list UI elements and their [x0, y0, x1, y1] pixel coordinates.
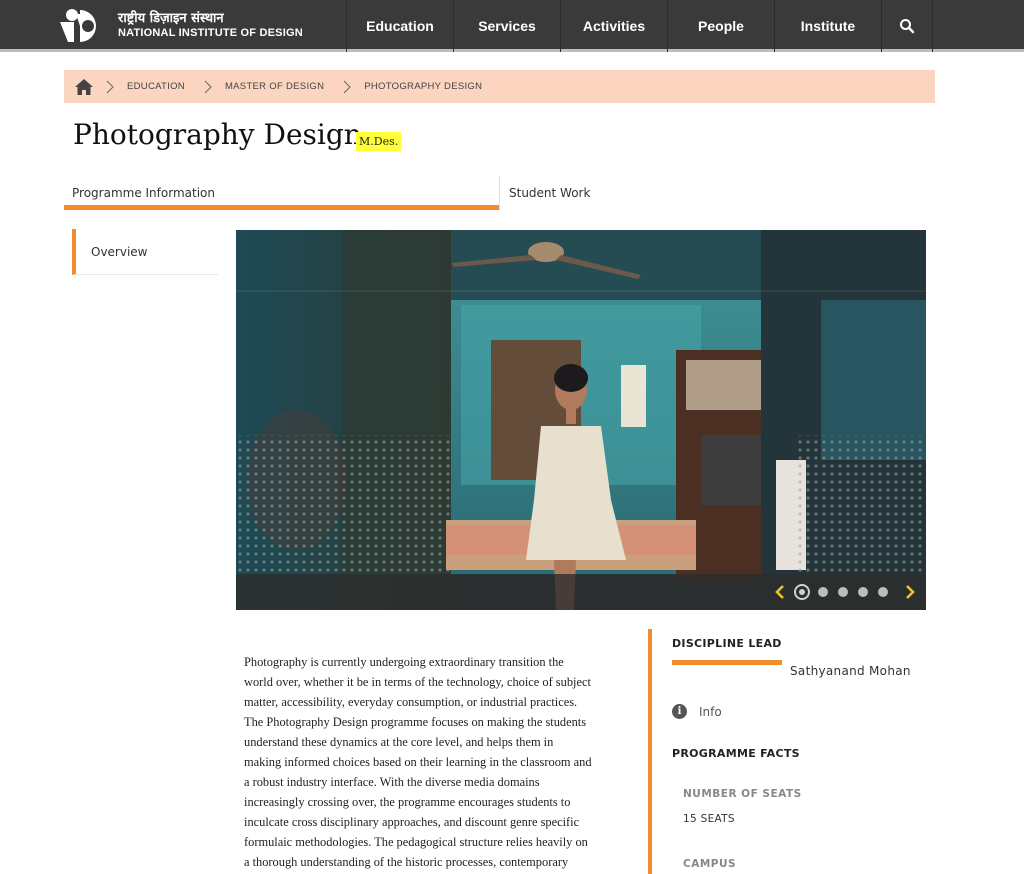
nid-logo[interactable]: राष्ट्रीय डिज़ाइन संस्थान NATIONAL INSTI…: [60, 6, 303, 46]
seats-value: 15 SEATS: [683, 813, 735, 825]
discipline-lead-name[interactable]: Sathyanand Mohan: [790, 664, 911, 678]
info-icon: i: [672, 704, 687, 719]
image-carousel: [236, 230, 926, 610]
search-icon: [900, 19, 915, 34]
description-line: understand these dynamics at the core le…: [244, 735, 554, 749]
description-line: Photography is currently undergoing extr…: [244, 655, 564, 669]
description-line: formulaic methodologies. The pedagogical…: [244, 835, 588, 849]
chevron-right-icon: [906, 585, 915, 599]
info-label: Info: [699, 704, 722, 719]
programme-facts-heading: PROGRAMME FACTS: [672, 747, 800, 760]
home-icon: [75, 78, 93, 95]
description-line: matter, accessibility, everyday consumpt…: [244, 695, 578, 709]
description-line: world over, whether it be in terms of th…: [244, 675, 591, 689]
description-line: making informed choices based on their l…: [244, 755, 592, 769]
chevron-right-icon: [343, 80, 351, 93]
programme-info-panel: DISCIPLINE LEAD Sathyanand Mohan i Info …: [648, 629, 935, 874]
seats-label: NUMBER OF SEATS: [683, 788, 802, 800]
tab-programme-information[interactable]: Programme Information: [64, 176, 499, 210]
carousel-next-button[interactable]: [900, 580, 920, 604]
chevron-right-icon: [106, 80, 114, 93]
page-title: Photography Design: [73, 118, 362, 151]
carousel-dot-4[interactable]: [858, 587, 868, 597]
nav-people[interactable]: People: [667, 0, 774, 52]
site-header: राष्ट्रीय डिज़ाइन संस्थान NATIONAL INSTI…: [0, 0, 1024, 52]
nid-logo-mark: [60, 8, 104, 44]
info-link[interactable]: i Info: [672, 704, 722, 719]
breadcrumb-home[interactable]: [73, 78, 95, 96]
chevron-right-icon: [204, 80, 212, 93]
description-line: increasingly crossing over, the programm…: [244, 795, 571, 809]
search-button[interactable]: [881, 0, 933, 52]
carousel-dot-3[interactable]: [838, 587, 848, 597]
nav-education[interactable]: Education: [346, 0, 453, 52]
carousel-controls: [236, 574, 926, 610]
carousel-prev-button[interactable]: [770, 580, 790, 604]
description-line: a robust industry interface. With the di…: [244, 775, 540, 789]
tab-student-work[interactable]: Student Work: [499, 176, 935, 210]
heading-underline: [672, 660, 782, 665]
description-line: The Photography Design programme focuses…: [244, 715, 587, 729]
carousel-dot-2[interactable]: [818, 587, 828, 597]
nav-services[interactable]: Services: [453, 0, 560, 52]
nav-institute[interactable]: Institute: [774, 0, 881, 52]
logo-hindi-text: राष्ट्रीय डिज़ाइन संस्थान: [118, 11, 224, 27]
degree-badge: M.Des.: [356, 132, 402, 151]
logo-english-text: NATIONAL INSTITUTE OF DESIGN: [118, 27, 303, 40]
breadcrumb-master-of-design[interactable]: MASTER OF DESIGN: [225, 81, 324, 92]
nav-activities[interactable]: Activities: [560, 0, 667, 52]
programme-description: Photography is currently undergoing extr…: [244, 652, 642, 872]
carousel-dot-1[interactable]: [794, 584, 810, 600]
carousel-photo: [236, 230, 926, 610]
breadcrumb-education[interactable]: EDUCATION: [127, 81, 185, 92]
breadcrumb-photography-design: PHOTOGRAPHY DESIGN: [364, 81, 483, 92]
carousel-dot-5[interactable]: [878, 587, 888, 597]
description-line: a thorough understanding of the historic…: [244, 855, 569, 869]
discipline-lead-heading: DISCIPLINE LEAD: [672, 637, 782, 650]
breadcrumb: EDUCATION MASTER OF DESIGN PHOTOGRAPHY D…: [64, 70, 935, 103]
sidebar-item-overview[interactable]: Overview: [72, 229, 218, 275]
description-line: inculcate cross disciplinary approaches,…: [244, 815, 580, 829]
chevron-left-icon: [775, 585, 784, 599]
main-nav: Education Services Activities People Ins…: [346, 0, 933, 52]
campus-label: CAMPUS: [683, 858, 737, 870]
